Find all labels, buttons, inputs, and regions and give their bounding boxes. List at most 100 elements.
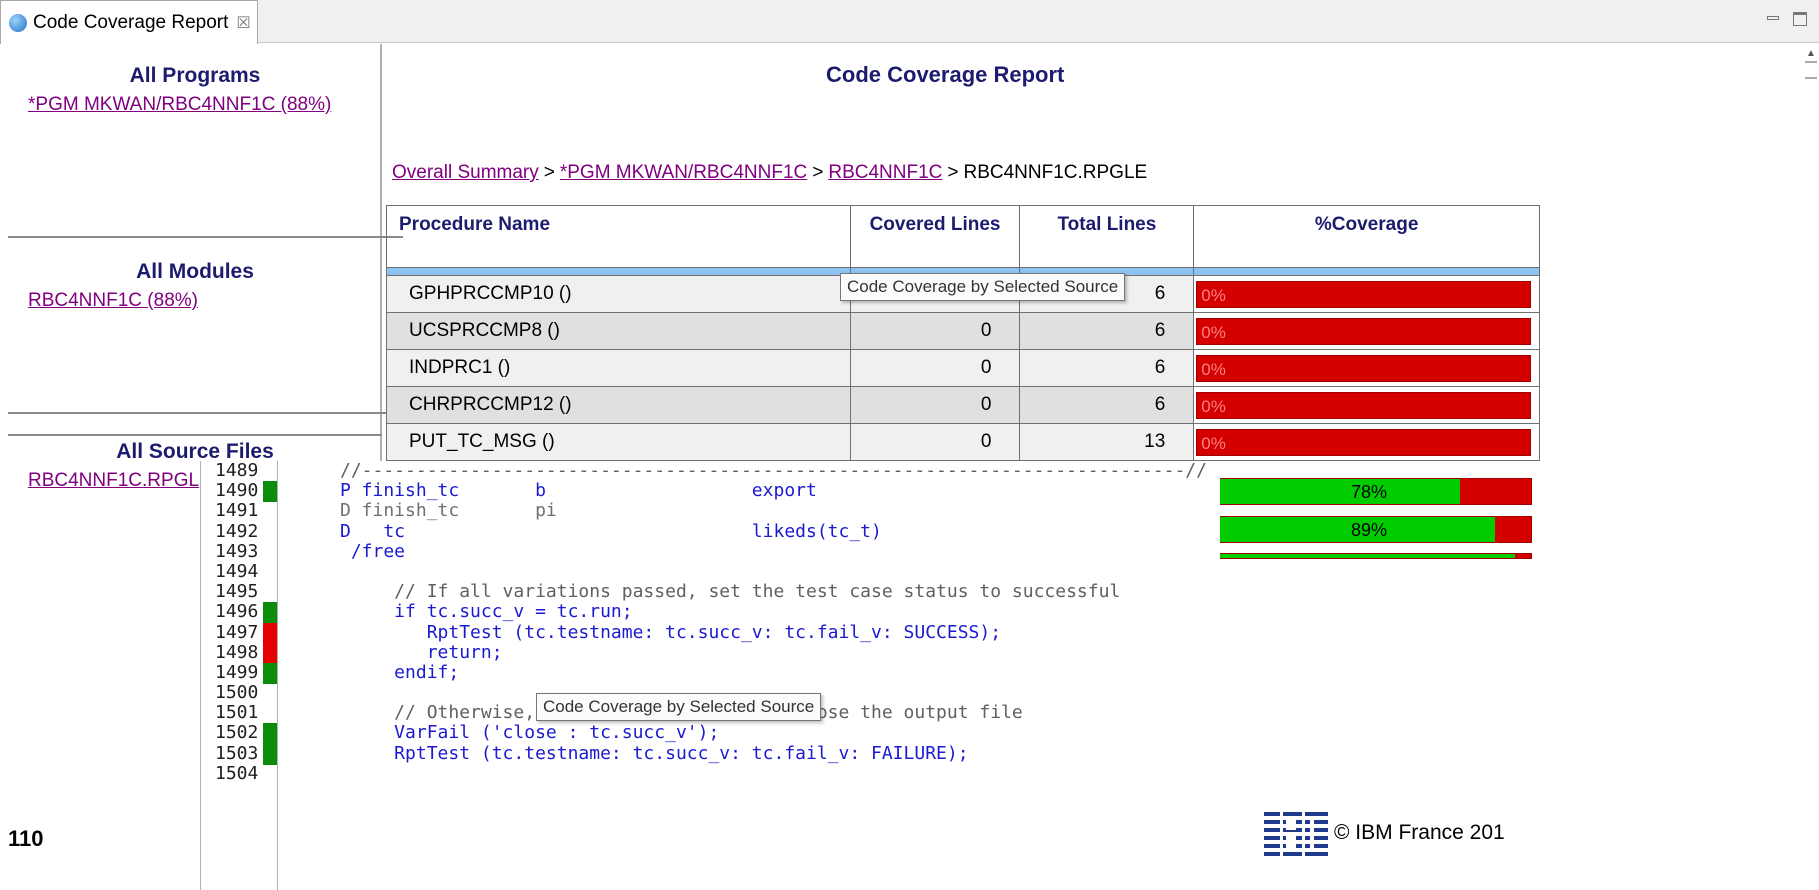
report-title: Code Coverage Report [826, 62, 1065, 87]
tab-title: Code Coverage Report [33, 11, 229, 33]
tooltip-table: Code Coverage by Selected Source [840, 273, 1126, 301]
procedure-name-cell[interactable]: INDPRC1 () [386, 349, 851, 387]
code-line: VarFail ('close : tc.succ_v'); [340, 722, 720, 744]
coverage-bar: 0% [1196, 317, 1531, 345]
coverage-bar-cell: 0% [1193, 423, 1540, 461]
code-line: //--------------------------------------… [340, 460, 1207, 481]
procedure-name-cell[interactable]: PUT_TC_MSG () [386, 423, 851, 461]
column-header-procedure-name[interactable]: Procedure Name [386, 205, 851, 268]
coverage-percent: 78% [1350, 482, 1388, 502]
line-number: 1504 [201, 762, 277, 784]
tooltip-editor: Code Coverage by Selected Source [536, 693, 822, 721]
line-number-text: 1489 [215, 460, 259, 481]
covered-lines-cell: 0 [849, 423, 1021, 461]
procedure-name-cell[interactable]: CHRPRCCMP12 () [386, 386, 851, 424]
column-header-covered-lines[interactable]: Covered Lines [849, 205, 1021, 268]
line-number: 1501 [201, 703, 277, 723]
line-number-text: 1504 [215, 762, 259, 784]
covered-line-marker [263, 723, 277, 745]
coverage-bar [1206, 553, 1532, 559]
page-number: 110 [8, 826, 44, 851]
coverage-table: Procedure Name Covered Lines Total Lines… [386, 205, 1540, 461]
covered-line-marker [263, 481, 277, 503]
line-number: 1499 [201, 662, 277, 684]
line-number: 1496 [201, 601, 277, 624]
line-number-text: 1500 [215, 682, 259, 704]
nav-module-link[interactable]: RBC4NNF1C (88%) [28, 290, 382, 312]
coverage-bar-covered [1207, 554, 1515, 558]
uncovered-line-marker [263, 642, 277, 664]
total-lines-cell: 13 [1019, 423, 1195, 461]
close-tab-icon[interactable]: ☒ [236, 13, 250, 33]
line-number: 1497 [201, 622, 277, 644]
nav-divider [8, 236, 403, 238]
maximize-icon[interactable] [1793, 12, 1807, 26]
procedure-name-cell[interactable]: GPHPRCCMP10 () [386, 275, 851, 313]
view-tab-bar: Code Coverage Report ☒ [0, 0, 1819, 44]
coverage-bar: 89% [1206, 516, 1532, 543]
column-header-coverage[interactable]: %Coverage [1193, 205, 1540, 268]
line-number-text: 1503 [215, 742, 259, 764]
table-row: PUT_TC_MSG () 0 13 0% [386, 423, 1540, 461]
code-line: endif; [340, 661, 460, 683]
covered-lines-cell: 0 [849, 386, 1021, 424]
line-number-text: 1495 [215, 581, 259, 603]
coverage-percent: 89% [1350, 520, 1388, 540]
breadcrumb: Overall Summary > *PGM MKWAN/RBC4NNF1C > RBC… [392, 162, 1147, 184]
line-number: 1489 [201, 460, 277, 481]
code-line: P finish_tc b export [340, 480, 817, 502]
ibm-logo [1264, 810, 1328, 856]
procedure-name-cell[interactable]: UCSPRCCMP8 () [386, 312, 851, 350]
line-number-text: 1492 [215, 520, 259, 542]
line-number-text: 1490 [215, 480, 259, 502]
coverage-percent: 0% [1201, 359, 1226, 379]
line-number-gutter: 1489 1490 1491 1492 1493 1494 1495 1496 1497 1498… [200, 460, 278, 890]
scroll-up-icon[interactable]: ▲ [1803, 48, 1819, 59]
line-number: 1490 [201, 480, 277, 503]
line-number: 1495 [201, 582, 277, 602]
line-number: 1503 [201, 742, 277, 765]
covered-line-marker [263, 662, 277, 684]
tab-code-coverage-report[interactable]: Code Coverage Report ☒ [0, 0, 258, 44]
vertical-scrollbar[interactable]: ▲ [1803, 48, 1819, 558]
line-number-text: 1494 [215, 560, 259, 582]
code-line: if tc.succ_v = tc.run; [340, 601, 633, 623]
code-line: RptTest (tc.testname: tc.succ_v: tc.fail… [340, 621, 1002, 643]
line-number-text: 1496 [215, 601, 259, 623]
window-controls [1767, 8, 1807, 26]
line-number: 1493 [201, 541, 277, 562]
coverage-bar-cell: 0% [1193, 349, 1540, 387]
source-code-lines: //--------------------------------------… [340, 460, 1207, 784]
coverage-percent: 0% [1201, 322, 1226, 342]
nav-programs-heading: All Programs [129, 64, 261, 87]
line-number-text: 1491 [215, 500, 259, 522]
nav-program-link[interactable]: *PGM MKWAN/RBC4NNF1C (88%) [28, 94, 382, 116]
nav-modules-heading: All Modules [136, 260, 254, 283]
breadcrumb-separator: > [543, 162, 555, 183]
source-code-editor[interactable]: 1489 1490 1491 1492 1493 1494 1495 1496 1497 1498… [200, 460, 1220, 890]
uncovered-line-marker [263, 622, 277, 644]
line-number: 1500 [201, 682, 277, 704]
nav-divider [8, 412, 403, 414]
covered-line-marker [263, 602, 277, 624]
coverage-bar-cell: 0% [1193, 386, 1540, 424]
breadcrumb-program[interactable]: *PGM MKWAN/RBC4NNF1C [560, 162, 807, 183]
coverage-percent: 0% [1201, 285, 1226, 305]
line-number: 1498 [201, 642, 277, 664]
breadcrumb-overall-summary[interactable]: Overall Summary [392, 162, 539, 183]
coverage-percent: 0% [1201, 433, 1226, 453]
scroll-thumb[interactable] [1805, 61, 1817, 79]
covered-lines-cell: 0 [849, 349, 1021, 387]
line-number: 1492 [201, 520, 277, 542]
breadcrumb-current: RBC4NNF1C.RPGLE [963, 162, 1148, 183]
covered-lines-cell: 0 [849, 312, 1021, 350]
coverage-percent: 0% [1201, 396, 1226, 416]
coverage-bar-cell: 0% [1193, 312, 1540, 350]
coverage-bar: 0% [1196, 280, 1531, 308]
column-header-total-lines[interactable]: Total Lines [1019, 205, 1195, 268]
breadcrumb-module[interactable]: RBC4NNF1C [828, 162, 942, 183]
code-line: // If all variations passed, set the tes… [340, 581, 1121, 603]
minimize-icon[interactable] [1767, 16, 1779, 20]
line-number: 1494 [201, 560, 277, 582]
